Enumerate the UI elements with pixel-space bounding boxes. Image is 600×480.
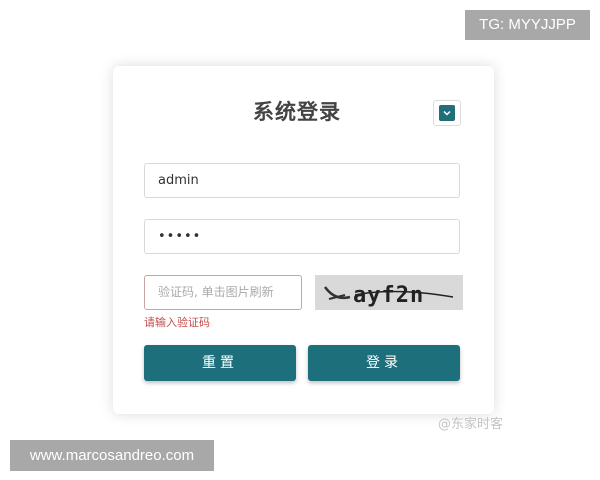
website-watermark: www.marcosandreo.com — [10, 440, 214, 471]
captcha-error-message: 请输入验证码 — [144, 316, 210, 329]
password-field[interactable]: ••••• — [144, 219, 460, 254]
captcha-text: ayf2n — [353, 283, 424, 308]
captcha-input[interactable]: 验证码, 单击图片刷新 — [144, 275, 302, 310]
login-page: TG: MYYJJPP 系统登录 admin ••••• 验证码, 单击图片刷新… — [0, 0, 600, 480]
telegram-watermark: TG: MYYJJPP — [465, 10, 590, 40]
author-watermark: @东家时客 — [438, 417, 504, 432]
reset-button[interactable]: 重置 — [144, 345, 296, 381]
username-field[interactable]: admin — [144, 163, 460, 198]
login-button[interactable]: 登录 — [308, 345, 460, 381]
login-card: 系统登录 admin ••••• 验证码, 单击图片刷新 ayf2n 请输入验证… — [113, 66, 494, 414]
chevron-down-icon — [439, 105, 455, 121]
language-toggle-button[interactable] — [433, 100, 461, 126]
page-title: 系统登录 — [253, 100, 341, 124]
captcha-image[interactable]: ayf2n — [315, 275, 463, 310]
